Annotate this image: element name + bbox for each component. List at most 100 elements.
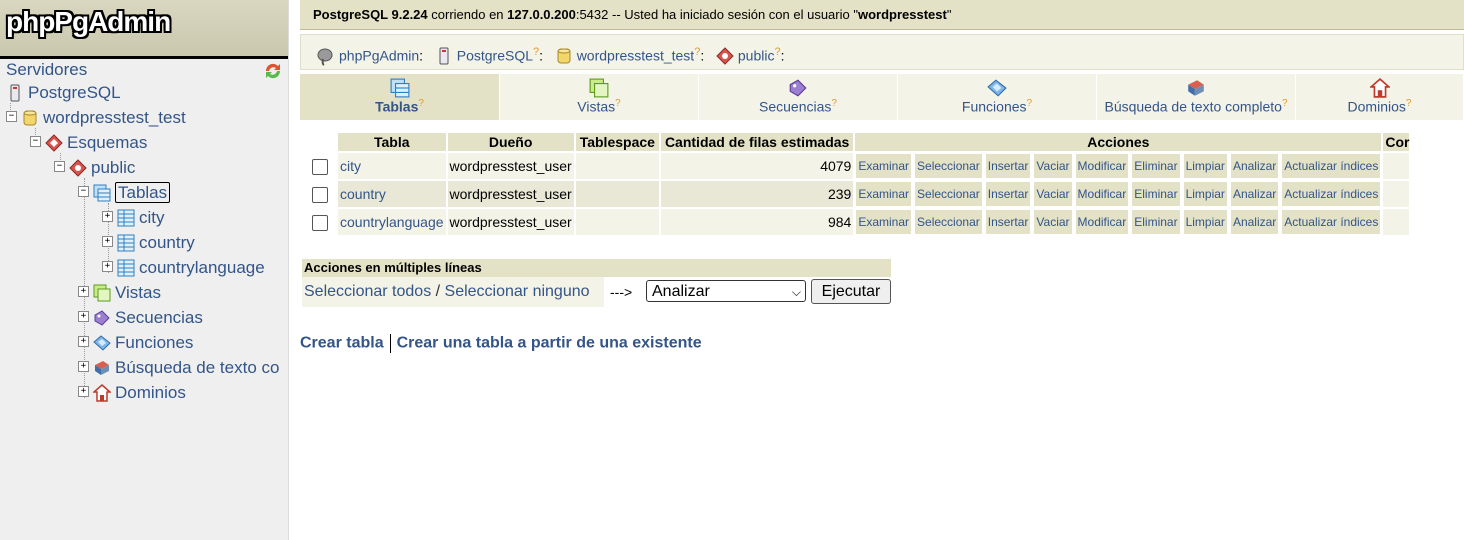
action-button[interactable]: Analizar (1229, 181, 1280, 207)
action-button[interactable]: Eliminar (1131, 209, 1181, 235)
action-button[interactable]: Vaciar (1033, 209, 1073, 235)
action-button[interactable]: Insertar (984, 209, 1032, 235)
tree-sequences[interactable]: + Secuencias (78, 306, 203, 330)
tree-servers[interactable]: Servidores (6, 58, 87, 82)
tree-functions[interactable]: + Funciones (78, 331, 193, 355)
action-button[interactable]: Insertar (984, 153, 1032, 179)
tree-table-city[interactable]: + city (102, 206, 165, 230)
help-icon[interactable]: ? (418, 98, 424, 109)
select-none-link[interactable]: Seleccionar ninguno (445, 283, 590, 300)
tree-tables[interactable]: − Tablas (78, 181, 171, 205)
tree-schemas-label: Esquemas (67, 133, 148, 152)
expand-icon[interactable]: + (102, 261, 113, 273)
help-icon[interactable]: ? (1406, 98, 1412, 109)
help-icon[interactable]: ? (615, 98, 621, 109)
action-button[interactable]: Seleccionar (914, 209, 983, 235)
row-checkbox[interactable] (312, 214, 328, 231)
collapse-icon[interactable]: − (6, 111, 17, 123)
action-button[interactable]: Actualizar índices (1281, 181, 1382, 207)
breadcrumb-schema[interactable]: public (738, 48, 775, 64)
action-button[interactable]: Limpiar (1182, 153, 1228, 179)
action-button[interactable]: Limpiar (1182, 209, 1228, 235)
tab-funciones[interactable]: Funciones? (898, 74, 1097, 120)
action-button[interactable]: Eliminar (1131, 153, 1181, 179)
expand-icon[interactable]: + (78, 361, 89, 373)
tree-fulltext[interactable]: + Búsqueda de texto co (78, 356, 279, 380)
action-button[interactable]: Vaciar (1033, 181, 1073, 207)
column-header[interactable]: Tabla (338, 133, 446, 151)
tree-schemas[interactable]: − Esquemas (30, 131, 147, 155)
action-button[interactable]: Modificar (1074, 181, 1130, 207)
tree-table-countrylanguage[interactable]: + countrylanguage (102, 256, 265, 280)
table-name-link[interactable]: city (340, 158, 361, 174)
collapse-icon[interactable]: − (30, 136, 41, 148)
select-all-link[interactable]: Seleccionar todos (304, 283, 431, 300)
column-header[interactable]: Cor (1383, 133, 1410, 151)
tree-database[interactable]: − wordpresstest_test (6, 106, 186, 130)
column-header[interactable]: Cantidad de filas estimadas (660, 133, 854, 151)
table-name-link[interactable]: countrylanguage (340, 214, 444, 230)
expand-icon[interactable]: + (102, 211, 113, 223)
action-select[interactable]: Analizar ⌵ (646, 280, 806, 302)
column-header[interactable]: Dueño (447, 133, 574, 151)
action-button[interactable]: Actualizar índices (1281, 153, 1382, 179)
tree-table-country[interactable]: + country (102, 231, 195, 255)
action-button[interactable]: Analizar (1229, 153, 1280, 179)
database-icon (557, 48, 571, 64)
tab-dominios[interactable]: Dominios? (1296, 74, 1464, 120)
tree-views[interactable]: + Vistas (78, 281, 161, 305)
action-button[interactable]: Examinar (855, 209, 913, 235)
views-icon (93, 284, 111, 302)
refresh-icon[interactable] (263, 62, 283, 80)
breadcrumb-server[interactable]: PostgreSQL (457, 48, 533, 64)
help-icon[interactable]: ? (1027, 98, 1033, 109)
tree-schema-public[interactable]: − public (54, 156, 135, 180)
execute-button[interactable]: Ejecutar (811, 279, 891, 304)
action-button[interactable]: Seleccionar (914, 181, 983, 207)
comment-cell (1383, 209, 1410, 235)
row-checkbox[interactable] (312, 158, 328, 175)
action-button[interactable]: Modificar (1074, 209, 1130, 235)
column-header[interactable]: Tablespace (575, 133, 659, 151)
tree-server-postgresql[interactable]: PostgreSQL (6, 81, 121, 105)
tab-secuencias[interactable]: Secuencias? (699, 74, 898, 120)
row-checkbox-cell (304, 209, 336, 235)
action-button[interactable]: Modificar (1074, 153, 1130, 179)
tab-tablas[interactable]: Tablas? (300, 74, 500, 120)
action-button[interactable]: Vaciar (1033, 153, 1073, 179)
expand-icon[interactable]: + (78, 386, 89, 398)
logo-area: phpPgAdmin (0, 0, 288, 59)
create-table-like-link[interactable]: Crear una tabla a partir de una existent… (397, 335, 702, 352)
help-icon[interactable]: ? (1282, 98, 1288, 109)
action-button[interactable]: Limpiar (1182, 181, 1228, 207)
tree-fulltext-label: Búsqueda de texto co (115, 358, 280, 377)
create-table-link[interactable]: Crear tabla (300, 335, 384, 352)
action-button[interactable]: Insertar (984, 181, 1032, 207)
breadcrumb-database[interactable]: wordpresstest_test (577, 48, 695, 64)
tree-database-label: wordpresstest_test (43, 108, 186, 127)
collapse-icon[interactable]: − (78, 186, 89, 198)
action-button[interactable]: Seleccionar (914, 153, 983, 179)
expand-icon[interactable]: + (78, 336, 89, 348)
expand-icon[interactable]: + (102, 236, 113, 248)
tree-sequences-label: Secuencias (115, 308, 203, 327)
table-name-link[interactable]: country (340, 186, 386, 202)
help-icon[interactable]: ? (831, 98, 837, 109)
action-button[interactable]: Analizar (1229, 209, 1280, 235)
row-checkbox[interactable] (312, 186, 328, 203)
tab-vistas[interactable]: Vistas? (500, 74, 699, 120)
action-button[interactable]: Examinar (855, 181, 913, 207)
breadcrumb-app[interactable]: phpPgAdmin (339, 48, 419, 64)
expand-icon[interactable]: + (78, 286, 89, 298)
arrow-text: ---> (610, 284, 633, 300)
action-button[interactable]: Examinar (855, 153, 913, 179)
collapse-icon[interactable]: − (54, 161, 65, 173)
expand-icon[interactable]: + (78, 311, 89, 323)
phppgadmin-logo[interactable]: phpPgAdmin (6, 6, 171, 38)
functions-icon (93, 334, 111, 351)
action-button[interactable]: Eliminar (1131, 181, 1181, 207)
tab-busqueda-texto[interactable]: Búsqueda de texto completo? (1097, 74, 1296, 120)
functions-icon (987, 79, 1007, 97)
action-button[interactable]: Actualizar índices (1281, 209, 1382, 235)
tree-domains[interactable]: + Dominios (78, 381, 186, 405)
